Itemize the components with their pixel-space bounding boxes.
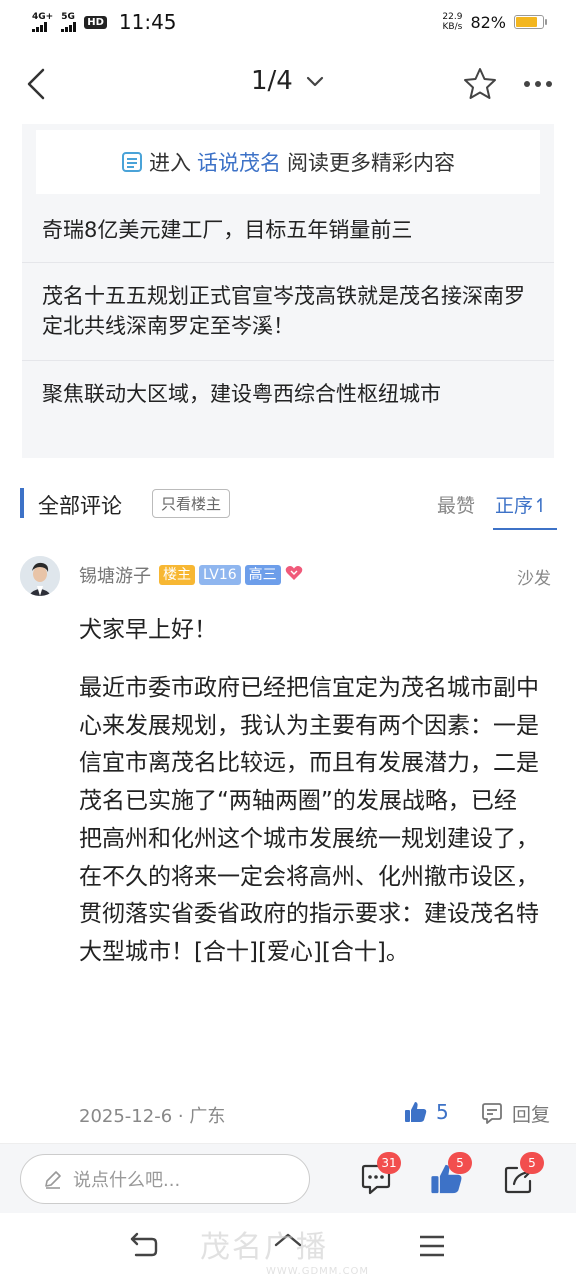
like-count: 5: [436, 1100, 449, 1124]
comments-title: 全部评论: [38, 494, 122, 518]
network-type-2: 5G: [61, 11, 75, 22]
speed-value: 22.9: [442, 12, 463, 22]
comments-header: 全部评论 只看楼主 最赞 正序↿: [0, 480, 576, 530]
comment-user-row: 锡塘游子 楼主 LV16 高三: [79, 562, 303, 588]
list-icon: [122, 152, 142, 172]
system-back-button[interactable]: [128, 1231, 160, 1261]
sort-hot-tab[interactable]: 最赞: [437, 491, 475, 518]
speed-unit: KB/s: [442, 22, 463, 32]
more-button[interactable]: [518, 64, 558, 104]
sort-order-tab[interactable]: 正序↿: [495, 491, 549, 518]
toolbar-like-button[interactable]: 5: [430, 1152, 472, 1198]
top-nav: 1/4: [0, 44, 576, 124]
return-arrow-icon: [130, 1232, 158, 1257]
status-bar: 4G+ 5G HD 11:45 22.9 KB/s 82%: [0, 0, 576, 44]
menu-icon: [420, 1235, 444, 1257]
battery-percent: 82%: [470, 12, 506, 32]
clock: 11:45: [118, 10, 177, 34]
dot-icon: [524, 81, 530, 87]
user-avatar-icon: [20, 556, 60, 596]
dot-icon: [535, 81, 541, 87]
floor-label: 沙发: [517, 569, 551, 589]
divider: [22, 360, 554, 361]
share-count-badge: 5: [520, 1152, 544, 1174]
reply-button[interactable]: 回复: [480, 1100, 550, 1127]
heart-icon: [285, 565, 303, 586]
battery-icon: [514, 15, 547, 29]
back-arrow-icon: [27, 68, 45, 100]
section-accent: [20, 488, 24, 518]
network-type-1: 4G+: [32, 11, 54, 22]
network-speed: 22.9 KB/s: [442, 12, 462, 32]
signal-bars-icon: [61, 21, 77, 32]
forum-link[interactable]: 话说茂名: [197, 147, 281, 177]
level-badge: LV16: [199, 565, 241, 585]
grade-badge: 高三: [244, 565, 281, 585]
enter-suffix: 阅读更多精彩内容: [287, 151, 455, 175]
chevron-down-icon[interactable]: [305, 75, 325, 89]
related-posts: 进入 话说茂名 阅读更多精彩内容 奇瑞8亿美元建工厂，目标五年销量前三 茂名十五…: [22, 124, 554, 458]
signal-bars-icon: [32, 21, 47, 32]
system-menu-button[interactable]: [416, 1231, 448, 1261]
share-button[interactable]: 5: [502, 1152, 544, 1198]
status-right: 22.9 KB/s 82%: [442, 12, 547, 32]
signal-1: 4G+: [32, 11, 54, 32]
reply-icon: [482, 1102, 502, 1124]
related-item[interactable]: 聚焦联动大区域，建设粤西综合性枢纽城市: [42, 379, 532, 409]
dot-icon: [546, 81, 552, 87]
only-host-button[interactable]: 只看楼主: [152, 489, 231, 518]
divider: [22, 262, 554, 263]
avatar[interactable]: [20, 556, 60, 596]
like-button[interactable]: 5: [404, 1100, 449, 1124]
comment-input[interactable]: 说点什么吧...: [20, 1154, 310, 1204]
comment-body: 最近市委市政府已经把信宜定为茂名城市副中心来发展规划，我认为主要有两个因素：一是…: [79, 675, 539, 965]
comments-button[interactable]: 31: [359, 1152, 401, 1198]
enter-prefix: 进入: [149, 151, 191, 175]
favorite-button[interactable]: [460, 64, 500, 104]
bottom-toolbar: 说点什么吧... 31 5 5: [0, 1143, 576, 1213]
comment-count-badge: 31: [377, 1152, 401, 1174]
signal-2: 5G: [61, 11, 77, 32]
username[interactable]: 锡塘游子: [79, 562, 151, 588]
host-badge: 楼主: [159, 565, 195, 585]
enter-forum-bar[interactable]: 进入 话说茂名 阅读更多精彩内容: [36, 130, 540, 194]
thumbs-up-icon: [405, 1102, 427, 1122]
system-nav-bar: [0, 1213, 576, 1280]
comment-greeting: 犬家早上好！: [79, 617, 217, 643]
status-left: 4G+ 5G HD 11:45: [32, 10, 177, 34]
system-home-button[interactable]: [272, 1231, 304, 1261]
related-item[interactable]: 奇瑞8亿美元建工厂，目标五年销量前三: [42, 215, 532, 245]
hd-voice-icon: HD: [84, 15, 107, 29]
comment-meta: 2025-12-6 · 广东: [79, 1106, 226, 1127]
star-icon: [464, 68, 496, 99]
back-button[interactable]: [16, 64, 56, 104]
reply-label: 回复: [512, 1104, 551, 1126]
related-item[interactable]: 茂名十五五规划正式官宣岑茂高铁就是茂名接深南罗定北共线深南罗定至岑溪！: [42, 281, 532, 341]
battery-fill: [516, 17, 538, 27]
comment-input-placeholder: 说点什么吧...: [73, 1170, 181, 1191]
like-count-badge: 5: [448, 1152, 472, 1174]
home-icon: [274, 1233, 302, 1247]
page-indicator[interactable]: 1/4: [251, 66, 293, 96]
active-tab-underline: [493, 528, 557, 530]
pencil-icon: [45, 1171, 61, 1189]
